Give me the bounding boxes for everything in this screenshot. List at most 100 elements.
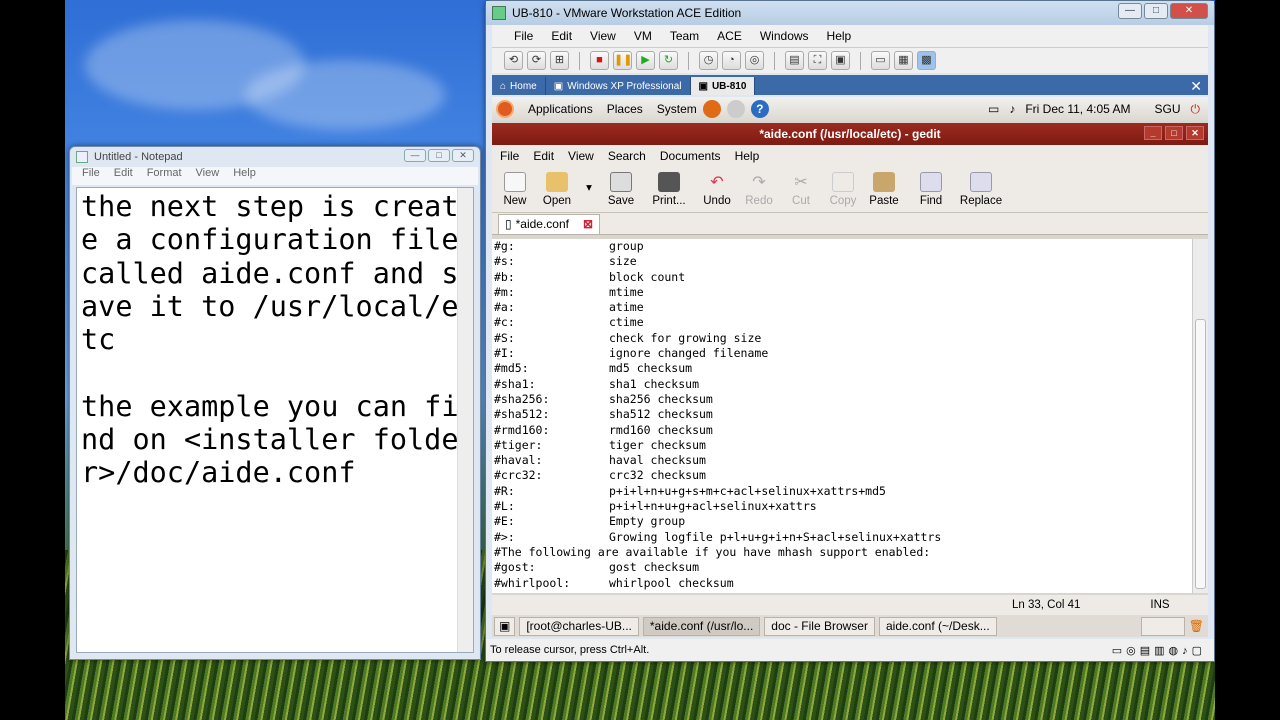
copy-button[interactable]: Copy xyxy=(824,172,862,212)
gedit-close-button[interactable]: ✕ xyxy=(1186,126,1204,140)
clipboard-icon xyxy=(873,172,895,192)
suspend-icon[interactable]: ❚❚ xyxy=(613,51,632,70)
close-tab-icon[interactable]: ✕ xyxy=(1190,77,1208,95)
panel-applications[interactable]: Applications xyxy=(528,102,593,116)
code-key: #md5: xyxy=(494,361,529,376)
gnome-top-panel: Applications Places System ? ▭ ♪ Fri Dec… xyxy=(492,97,1208,121)
gedit-menu-help[interactable]: Help xyxy=(735,149,760,163)
vmware-close-button[interactable]: ✕ xyxy=(1170,3,1208,19)
show-desktop-button[interactable]: ▣ xyxy=(494,616,516,636)
gedit-titlebar[interactable]: *aide.conf (/usr/local/etc) - gedit _ □ ✕ xyxy=(492,123,1208,145)
revert-icon[interactable]: ⟳ xyxy=(527,51,546,70)
quick-switch-icon[interactable]: ▣ xyxy=(831,51,850,70)
menu-format[interactable]: Format xyxy=(147,167,182,185)
tab-home[interactable]: ⌂ Home xyxy=(492,77,546,95)
manage-snapshots-icon[interactable]: ◎ xyxy=(745,51,764,70)
help-icon[interactable]: ? xyxy=(750,100,769,118)
volume-icon[interactable]: ♪ xyxy=(1009,102,1015,116)
power-off-icon[interactable]: ■ xyxy=(590,51,609,70)
code-key: #rmd160: xyxy=(494,422,550,437)
mail-icon[interactable] xyxy=(726,100,745,118)
vm-menu-ace[interactable]: ACE xyxy=(717,29,742,43)
vm-menu-help[interactable]: Help xyxy=(827,29,852,43)
notepad-window[interactable]: Untitled - Notepad — □ ✕ File Edit Forma… xyxy=(69,146,481,660)
undo-button[interactable]: ↶ Undo xyxy=(694,172,740,212)
menu-view[interactable]: View xyxy=(196,167,220,185)
gedit-menu-view[interactable]: View xyxy=(568,149,594,163)
network-icon[interactable]: ▭ xyxy=(988,102,999,116)
console-view-icon[interactable]: ▭ xyxy=(871,51,890,70)
take-snapshot-icon[interactable]: ◷ xyxy=(699,51,718,70)
menu-file[interactable]: File xyxy=(82,167,100,185)
firefox-icon[interactable] xyxy=(702,100,721,118)
close-button[interactable]: ✕ xyxy=(452,149,474,162)
code-key: #sha1: xyxy=(494,376,536,391)
code-value: Growing logfile p+l+u+g+i+n+S+acl+selinu… xyxy=(609,529,942,544)
workspace-switcher[interactable] xyxy=(1140,616,1185,636)
find-button[interactable]: Find xyxy=(906,172,956,212)
code-value: haval checksum xyxy=(609,453,706,468)
gedit-menu-documents[interactable]: Documents xyxy=(660,149,721,163)
code-line: #haval: haval checksum xyxy=(492,453,1192,468)
task-aide-conf-desktop[interactable]: aide.conf (~/Desk... xyxy=(878,616,997,636)
save-button[interactable]: Save xyxy=(598,172,644,212)
open-recent-dropdown[interactable]: ▾ xyxy=(580,180,598,212)
print-button[interactable]: Print... xyxy=(644,172,694,212)
cut-button[interactable]: ✂ Cut xyxy=(778,172,824,212)
vmware-window[interactable]: UB-810 - VMware Workstation ACE Edition … xyxy=(485,0,1215,662)
redo-button[interactable]: ↷ Redo xyxy=(740,172,778,212)
close-tab-icon[interactable]: ⊠ xyxy=(583,217,593,231)
new-button[interactable]: New xyxy=(496,172,534,212)
menu-help[interactable]: Help xyxy=(233,167,256,185)
tab-windows-xp[interactable]: ▣ Windows XP Professional xyxy=(546,77,691,95)
gedit-menu-file[interactable]: File xyxy=(500,149,519,163)
full-screen-icon[interactable]: ⛶ xyxy=(808,51,827,70)
task-gedit[interactable]: *aide.conf (/usr/lo... xyxy=(642,616,761,636)
gedit-scrollbar[interactable] xyxy=(1192,239,1208,593)
panel-places[interactable]: Places xyxy=(607,102,643,116)
trash-icon[interactable]: 🗑 xyxy=(1189,619,1208,633)
panel-system[interactable]: System xyxy=(657,102,697,116)
document-tab[interactable]: ▯ *aide.conf ⊠ xyxy=(498,213,601,234)
gedit-minimize-button[interactable]: _ xyxy=(1144,126,1162,140)
vm-menu-vm[interactable]: VM xyxy=(634,29,652,43)
menu-edit[interactable]: Edit xyxy=(114,167,133,185)
panel-clock[interactable]: Fri Dec 11, 4:05 AM xyxy=(1025,102,1130,116)
clock-icon[interactable]: ◔ xyxy=(722,51,741,70)
gedit-menu-search[interactable]: Search xyxy=(608,149,646,163)
replace-button[interactable]: Replace xyxy=(956,172,1006,212)
task-terminal[interactable]: [root@charles-UB... xyxy=(519,616,639,636)
vmware-titlebar[interactable]: UB-810 - VMware Workstation ACE Edition xyxy=(486,1,1214,25)
paste-button[interactable]: Paste xyxy=(862,172,906,212)
panel-user[interactable]: SGU xyxy=(1154,102,1180,116)
summary-view-icon[interactable]: ▦ xyxy=(894,51,913,70)
vmware-minimize-button[interactable]: — xyxy=(1118,3,1142,19)
unity-icon[interactable]: ▩ xyxy=(917,51,936,70)
vmware-menubar: File Edit View VM Team ACE Windows Help xyxy=(492,25,1208,47)
power-on-icon[interactable]: ▶ xyxy=(636,51,655,70)
vm-menu-team[interactable]: Team xyxy=(670,29,699,43)
vm-menu-edit[interactable]: Edit xyxy=(551,29,572,43)
gedit-maximize-button[interactable]: □ xyxy=(1165,126,1183,140)
guest-display[interactable]: Applications Places System ? ▭ ♪ Fri Dec… xyxy=(492,97,1208,637)
vmware-title: UB-810 - VMware Workstation ACE Edition xyxy=(512,6,742,20)
notepad-scrollbar[interactable] xyxy=(457,188,473,652)
reset-icon[interactable]: ↻ xyxy=(659,51,678,70)
snapshot-manager-icon[interactable]: ⊞ xyxy=(550,51,569,70)
power-icon[interactable]: ⏻ xyxy=(1191,102,1201,117)
maximize-button[interactable]: □ xyxy=(428,149,450,162)
task-file-browser[interactable]: doc - File Browser xyxy=(764,616,875,636)
tab-ub-810[interactable]: ▣ UB-810 xyxy=(690,77,756,95)
gedit-menu-edit[interactable]: Edit xyxy=(533,149,554,163)
snapshot-icon[interactable]: ⟲ xyxy=(504,51,523,70)
vm-menu-windows[interactable]: Windows xyxy=(760,29,809,43)
vmware-maximize-button[interactable]: □ xyxy=(1144,3,1168,19)
minimize-button[interactable]: — xyxy=(404,149,426,162)
vm-menu-file[interactable]: File xyxy=(514,29,533,43)
vm-menu-view[interactable]: View xyxy=(590,29,616,43)
scrollbar-thumb[interactable] xyxy=(1195,319,1206,589)
open-button[interactable]: Open xyxy=(534,172,580,212)
sidebar-toggle-icon[interactable]: ▤ xyxy=(785,51,804,70)
notepad-text-area[interactable]: the next step is create a configuration … xyxy=(76,187,474,653)
gedit-text-view[interactable]: #g: group #s: size #b: block count #m: mtime #a:… xyxy=(492,239,1192,593)
